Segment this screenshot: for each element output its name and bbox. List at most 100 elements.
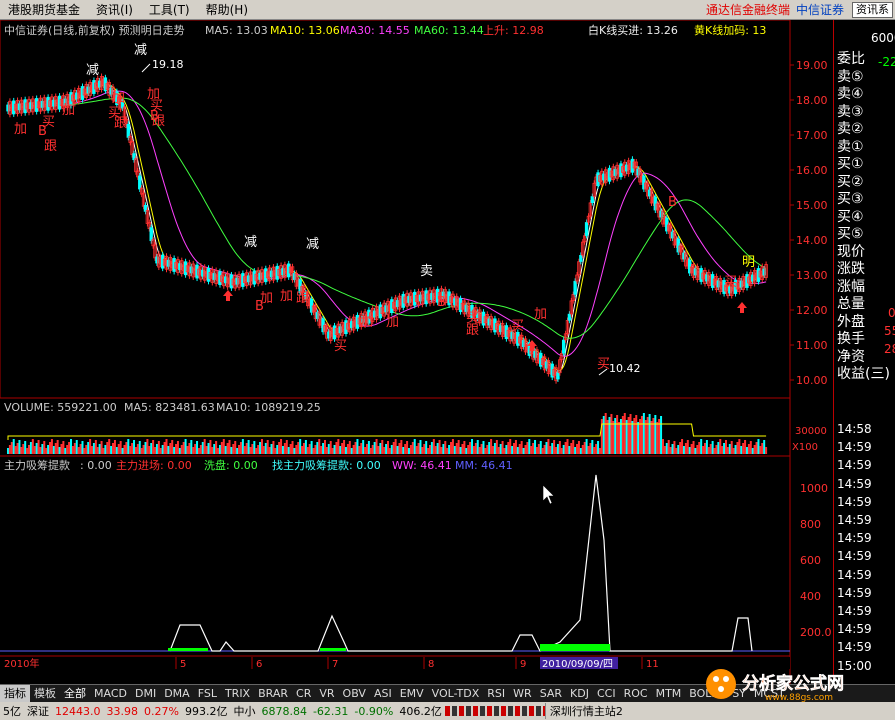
indicator-axis-label: 800 (800, 518, 821, 531)
chart-signal-label: 加 (534, 307, 547, 322)
price-axis-label: 12.00 (796, 304, 828, 317)
indicator-tab[interactable]: ASI (370, 685, 396, 702)
tick-time: 14:59 (837, 531, 872, 546)
chart-signal-label: 卖 (420, 264, 433, 279)
chart-signal-label: 加 (14, 122, 27, 137)
ad-link-citic[interactable]: 中信证券 (796, 1, 852, 18)
indicator-tab[interactable]: MTM (652, 685, 686, 702)
chart-signal-label: 减 (306, 237, 319, 252)
indicator-tab[interactable]: KDJ (566, 685, 593, 702)
month-label: 7 (332, 659, 338, 670)
kline-chart-svg[interactable]: 加 B买跟加减买加跟减加买B跟减B加加跟减买加 加卖B买跟 买加买B买明19.1810… (0, 19, 833, 684)
indicator-tab[interactable]: WR (509, 685, 536, 702)
menu-item-hk-futures[interactable]: 港股期货基金 (0, 1, 88, 18)
price-axis-label: 14.00 (796, 234, 828, 247)
wei-bi-value: -22 (878, 55, 895, 69)
chart-signal-label: B (668, 195, 677, 210)
ad-link-tdx[interactable]: 通达信金融终端 (706, 1, 796, 18)
signal-bars-icon (444, 706, 545, 716)
date-marker: 2010/09/09/四 (542, 659, 613, 670)
up-label: 上升: 12.98 (483, 24, 544, 37)
chart-signal-label: 跟 (114, 116, 127, 131)
indicator-tab[interactable]: DMA (160, 685, 194, 702)
tick-time: 14:59 (837, 604, 872, 618)
chart-signal-label: 买 (724, 275, 737, 290)
chart-signal-label: 减 (86, 63, 99, 78)
price-axis-label: 16.00 (796, 164, 828, 177)
indicator-tab[interactable]: BRAR (254, 685, 292, 702)
main-in-label: 主力进场: 0.00 (116, 458, 192, 472)
indicator-tab[interactable]: VOL-TDX (428, 685, 484, 702)
indicator-axis-label: 600 (800, 554, 821, 567)
menu-item-tools[interactable]: 工具(T) (141, 1, 198, 18)
buy-arrow-icon (223, 290, 233, 301)
chart-signal-label: 买 (42, 115, 55, 130)
indicator-axis: 1000 800 600 400 200.0 (800, 482, 832, 639)
indicator-tab[interactable]: EMV (396, 685, 428, 702)
logo-text: 分析家公式网 (742, 673, 844, 694)
indicator-tab[interactable]: ROC (620, 685, 652, 702)
quote-panel: 6000 -22 委比卖⑤卖④卖③卖②卖①买①买②买③买④买⑤现价涨跌涨幅总量外… (833, 20, 895, 684)
indicator-axis-label: 200.0 (800, 626, 832, 639)
indicator-tab[interactable]: OBV (339, 685, 370, 702)
ma60-label: MA60: 13.44 (414, 24, 484, 37)
ma10-label: MA10: 13.06 (270, 24, 340, 37)
server-name[interactable]: 深圳行情主站2 (544, 703, 626, 719)
month-label: 11 (646, 659, 659, 670)
sz-change: 33.98 (106, 704, 139, 718)
price-axis-label: 13.00 (796, 269, 828, 282)
indicator-tab[interactable]: CR (292, 685, 315, 702)
month-label: 5 (180, 659, 186, 670)
zx-amount: 406.2亿 (399, 705, 442, 718)
sz-value: 12443.0 (55, 704, 101, 718)
indicator-tab[interactable]: VR (315, 685, 338, 702)
indicator-axis-label: 1000 (800, 482, 828, 495)
price-axis-label: 17.00 (796, 129, 828, 142)
mm-label: MM: 46.41 (455, 459, 513, 472)
high-price-label: 19.18 (152, 58, 184, 71)
chart-signal-label: 买 (511, 319, 524, 334)
indicator-tab[interactable]: 模板 (30, 685, 60, 702)
tick-time: 14:59 (837, 585, 872, 600)
logo-url: www.88gs.com (765, 693, 833, 702)
tick-time: 14:59 (837, 549, 872, 564)
quote-top-box: 6000 (837, 23, 895, 47)
price-pane-title: 中信证券(日线,前复权) 预测明日走势 (4, 23, 185, 37)
volume-axis-30000: 30000 (795, 426, 827, 437)
quote-top-value: 6000 (871, 31, 895, 45)
sz-percent: 0.27% (144, 704, 179, 718)
month-label: 9 (520, 659, 526, 670)
indicator-tab[interactable]: DMI (131, 685, 160, 702)
chart-area[interactable]: 加 B 买跟加减买加跟减加买 B 跟减 B 加加跟减买加加卖 B 买跟买加买 B 买明 19.18 10… (0, 19, 833, 684)
menu-item-info[interactable]: 资讯(I) (88, 1, 141, 18)
indicator-tab[interactable]: FSL (194, 685, 221, 702)
chart-signal-label: 买 (334, 339, 347, 354)
price-axis-label: 19.00 (796, 59, 828, 72)
price-axis-label: 10.00 (796, 374, 828, 387)
tick-time: 14:59 (837, 513, 872, 527)
menu-item-help[interactable]: 帮助(H) (198, 1, 256, 18)
ma5-label: MA5: 13.03 (205, 24, 268, 37)
price-axis-label: 15.00 (796, 199, 828, 212)
price-axis: 19.00 18.00 17.00 16.00 15.00 14.00 13.00 12.00… (796, 59, 828, 387)
chart-signal-label: 加 (112, 91, 125, 106)
info-system-button[interactable]: 资讯系 (852, 1, 893, 18)
ma30-label: MA30: 14.55 (340, 24, 410, 37)
tick-time: 14:59 (837, 476, 872, 491)
side-val-2: 28 (884, 342, 895, 356)
month-label: 8 (428, 659, 434, 670)
indicator-tab[interactable]: SAR (536, 685, 566, 702)
chart-signal-label: B (437, 295, 446, 310)
indicator-tab[interactable]: CCI (593, 685, 620, 702)
indicator-tab[interactable]: TRIX (221, 685, 254, 702)
sz-amount: 993.2亿 (184, 705, 228, 718)
indicator-tab[interactable]: 指标 (0, 685, 30, 702)
indicator-tab[interactable]: MACD (90, 685, 131, 702)
indicator-tab[interactable]: 全部 (60, 685, 90, 702)
logo-ball-icon (706, 669, 736, 699)
indicator-tab[interactable]: RSI (483, 685, 509, 702)
price-axis-label: 18.00 (796, 94, 828, 107)
tick-time: 14:59 (837, 440, 872, 455)
ww-label: WW: 46.41 (392, 459, 452, 472)
wash-label: 洗盘: 0.00 (204, 458, 258, 472)
